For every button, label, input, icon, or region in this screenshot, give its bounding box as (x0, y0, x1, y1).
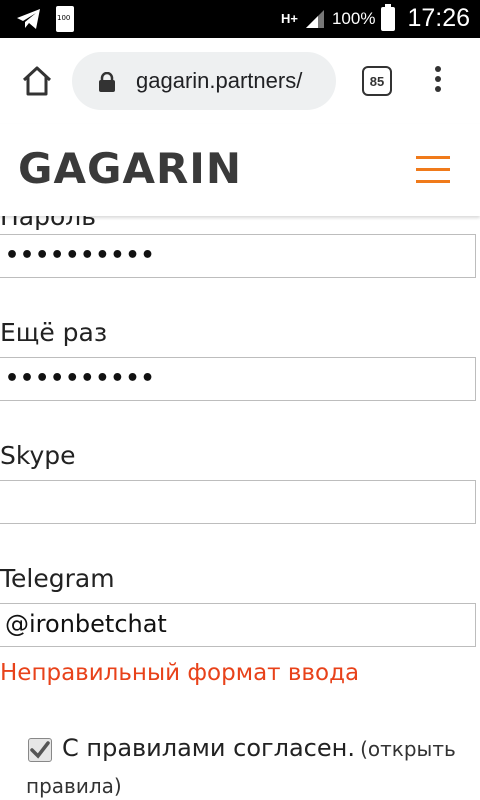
home-icon[interactable] (20, 64, 54, 98)
password-field[interactable]: •••••••••• (0, 234, 476, 278)
checkmark-icon (30, 741, 50, 759)
site-logo[interactable]: GAGARIN (18, 144, 242, 193)
agree-line: С правилами согласен. (открыть (62, 734, 456, 762)
telegram-field[interactable]: @ironbetchat (0, 603, 476, 647)
battery-percent: 100% (331, 8, 376, 28)
open-rules-link-continued[interactable]: правила) (26, 774, 122, 798)
menu-dots-icon[interactable] (432, 66, 444, 96)
tab-switcher-button[interactable]: 85 (362, 66, 392, 96)
status-bar-left: 100 (16, 6, 74, 32)
hamburger-menu-icon[interactable] (416, 156, 450, 186)
battery-icon (381, 3, 396, 31)
status-bar-right: H+ 100% 17:26 (280, 3, 470, 33)
sim-card-icon: 100 (56, 6, 74, 32)
skype-label: Skype (0, 441, 76, 470)
tab-count: 85 (369, 73, 385, 89)
agree-checkbox[interactable] (28, 738, 52, 762)
agree-text: С правилами согласен. (62, 734, 355, 762)
telegram-label: Telegram (0, 564, 115, 593)
password-repeat-label: Ещё раз (0, 318, 108, 347)
site-header: GAGARIN (0, 124, 480, 216)
signal-icon (305, 9, 324, 28)
status-bar: 100 H+ 100% 17:26 (0, 0, 480, 38)
lock-icon (99, 72, 115, 92)
sim-badge: 100 (57, 14, 71, 22)
url-text: gagarin.partners/ (136, 68, 303, 93)
address-bar[interactable]: gagarin.partners/ (72, 52, 336, 110)
registration-form: Пароль •••••••••• Ещё раз •••••••••• Sky… (0, 216, 480, 800)
skype-field[interactable] (0, 480, 476, 524)
network-type: H+ (280, 11, 298, 26)
clock: 17:26 (407, 4, 470, 32)
open-rules-link[interactable]: (открыть (360, 737, 456, 761)
telegram-error-message: Неправильный формат ввода (0, 660, 360, 686)
password-label: Пароль (0, 216, 96, 231)
password-repeat-field[interactable]: •••••••••• (0, 357, 476, 401)
browser-toolbar: gagarin.partners/ 85 (0, 38, 480, 124)
telegram-icon (17, 9, 40, 29)
